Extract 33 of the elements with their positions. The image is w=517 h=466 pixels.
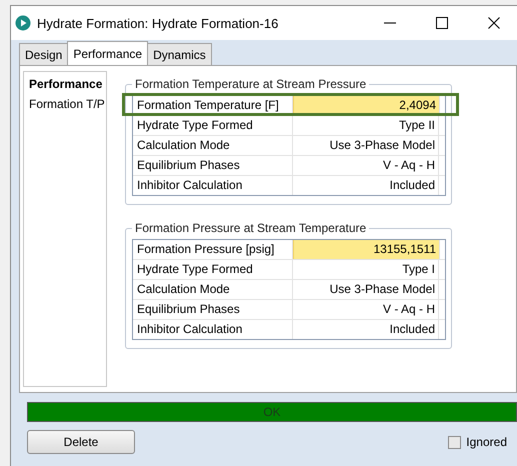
minimize-icon[interactable] — [384, 22, 396, 24]
property-label: Calculation Mode — [133, 136, 293, 155]
sidebar-item[interactable]: Formation T/P — [24, 94, 106, 114]
tab[interactable]: Dynamics — [147, 43, 212, 65]
group-title: Formation Pressure at Stream Temperature — [134, 221, 368, 235]
status-bar: OK — [27, 402, 517, 422]
property-value[interactable]: 13155,1511 — [293, 240, 440, 259]
property-label: Equilibrium Phases — [133, 156, 293, 175]
checkbox-label: Ignored — [466, 435, 507, 449]
property-value: V - Aq - H — [293, 156, 439, 175]
group-title: Formation Temperature at Stream Pressure — [134, 77, 368, 91]
property-label: Inhibitor Calculation — [133, 176, 293, 195]
property-label: Hydrate Type Formed — [133, 260, 293, 279]
property-value: Type I — [293, 260, 439, 279]
property-label: Hydrate Type Formed — [133, 116, 293, 135]
sidebar-item[interactable]: Performance — [24, 74, 106, 94]
property-value: Use 3-Phase Model — [293, 136, 439, 155]
property-value: Included — [293, 320, 439, 339]
property-value: Type II — [293, 116, 439, 135]
property-label: Equilibrium Phases — [133, 300, 293, 319]
property-value: Included — [293, 176, 439, 195]
property-value: Use 3-Phase Model — [293, 280, 439, 299]
close-icon[interactable] — [488, 17, 500, 29]
tab[interactable]: Performance — [67, 41, 148, 65]
window-title: Hydrate Formation: Hydrate Formation-16 — [37, 16, 280, 30]
property-value: V - Aq - H — [293, 300, 439, 319]
property-label: Inhibitor Calculation — [133, 320, 293, 339]
app-logo-icon — [15, 15, 31, 31]
tab[interactable]: Design — [19, 43, 68, 65]
property-label: Calculation Mode — [133, 280, 293, 299]
maximize-icon[interactable] — [436, 17, 448, 29]
delete-button[interactable]: Delete — [27, 430, 135, 454]
ignored-checkbox[interactable] — [448, 436, 462, 448]
